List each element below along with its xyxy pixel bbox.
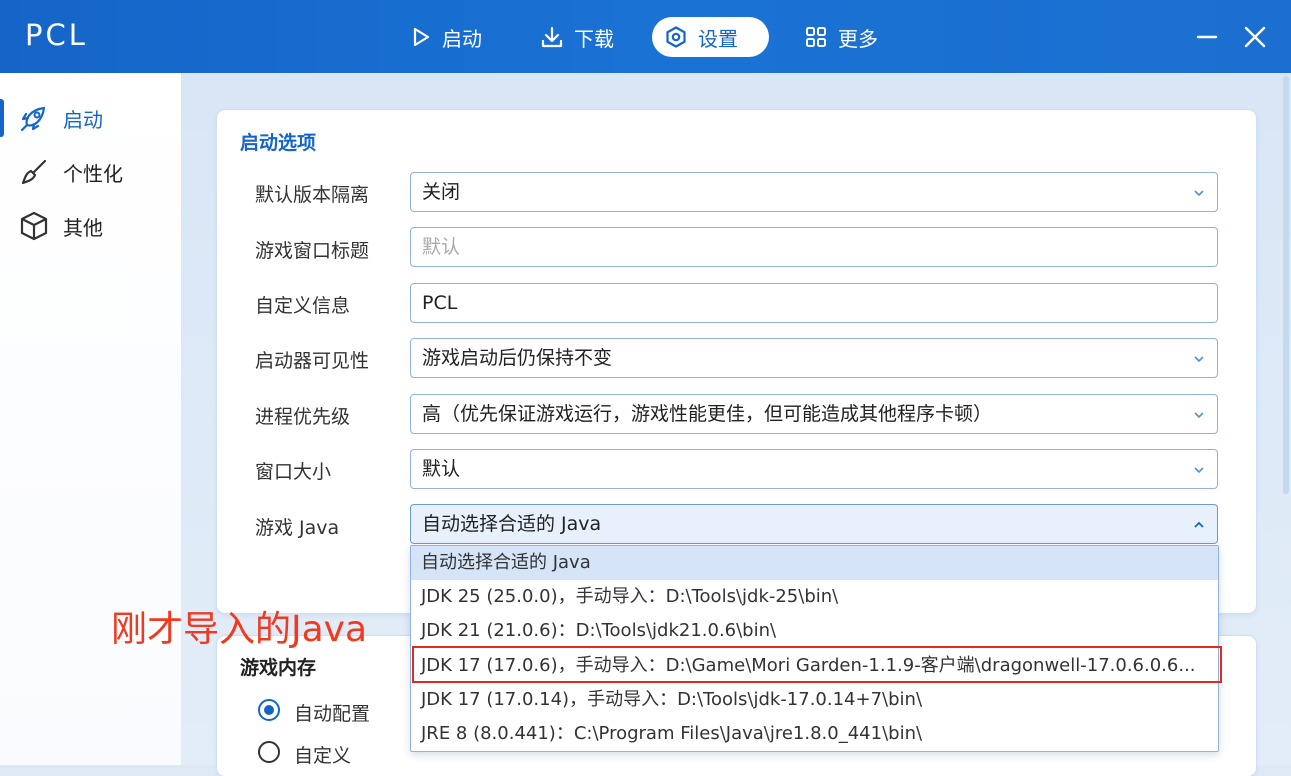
radio-auto[interactable] [258, 699, 280, 721]
radio-custom-label: 自定义 [294, 745, 352, 767]
close-icon [1244, 26, 1266, 48]
grid-icon [806, 27, 826, 47]
select-value: 关闭 [422, 181, 461, 203]
java-option[interactable]: JDK 21 (21.0.6)：D:\Tools\jdk21.0.6\bin\ [411, 614, 1218, 648]
select-value: 自动选择合适的 Java [422, 513, 602, 535]
sidebar-item-launch[interactable]: 启动 [0, 95, 181, 141]
sidebar: 启动 个性化 其他 [0, 73, 181, 765]
memory-title: 游戏内存 [240, 657, 317, 679]
window-title-input[interactable]: 默认 [410, 227, 1218, 267]
chevron-down-icon [1194, 467, 1204, 474]
box-icon [17, 209, 51, 243]
title-bar: PCL 启动 下载 设置 更多 [0, 0, 1291, 73]
sidebar-item-label: 其他 [63, 215, 103, 240]
tab-launch-label: 启动 [442, 26, 482, 51]
chevron-down-icon [1194, 412, 1204, 419]
download-icon [541, 26, 563, 48]
sidebar-item-personalize[interactable]: 个性化 [0, 149, 181, 195]
annotation-text: 刚才导入的Java [111, 609, 368, 650]
brush-icon [17, 155, 51, 189]
close-button[interactable] [1240, 22, 1270, 52]
tab-launch[interactable]: 启动 [398, 17, 496, 57]
tab-download-label: 下载 [574, 26, 614, 51]
row-label-process-priority: 进程优先级 [255, 406, 351, 428]
version-isolation-select[interactable]: 关闭 [410, 172, 1218, 212]
window-size-select[interactable]: 默认 [410, 449, 1218, 489]
launcher-visibility-select[interactable]: 游戏启动后仍保持不变 [410, 338, 1218, 378]
row-label-window-title: 游戏窗口标题 [255, 240, 370, 262]
process-priority-select[interactable]: 高（优先保证游戏运行，游戏性能更佳，但可能造成其他程序卡顿） [410, 394, 1218, 434]
chevron-down-icon [1194, 190, 1204, 197]
sidebar-item-label: 启动 [63, 107, 103, 132]
select-value: 高（优先保证游戏运行，游戏性能更佳，但可能造成其他程序卡顿） [422, 403, 993, 425]
play-icon [413, 27, 430, 47]
settings-icon [666, 26, 686, 48]
select-value: 游戏启动后仍保持不变 [422, 347, 613, 369]
minimize-button[interactable] [1192, 22, 1222, 52]
tab-more-label: 更多 [838, 26, 878, 51]
tab-settings[interactable]: 设置 [652, 17, 769, 57]
row-label-window-size: 窗口大小 [255, 461, 332, 483]
java-option[interactable]: 自动选择合适的 Java [411, 546, 1218, 580]
radio-auto-label: 自动配置 [294, 703, 371, 725]
rocket-icon [17, 101, 51, 135]
java-option[interactable]: JDK 25 (25.0.0)，手动导入：D:\Tools\jdk-25\bin… [411, 580, 1218, 614]
minimize-icon [1196, 35, 1218, 39]
tab-settings-label: 设置 [698, 26, 738, 51]
tab-more[interactable]: 更多 [792, 17, 892, 57]
highlight-box [412, 646, 1222, 683]
chevron-up-icon [1194, 521, 1204, 528]
app-title: PCL [25, 18, 88, 52]
radio-custom[interactable] [258, 741, 280, 763]
game-java-select[interactable]: 自动选择合适的 Java [410, 504, 1218, 544]
java-option[interactable]: JRE 8 (8.0.441)：C:\Program Files\Java\jr… [411, 717, 1218, 751]
input-value: PCL [422, 292, 458, 314]
select-value: 默认 [422, 458, 461, 480]
chevron-down-icon [1194, 356, 1204, 363]
sidebar-item-other[interactable]: 其他 [0, 203, 181, 249]
row-label-launcher-visibility: 启动器可见性 [255, 350, 370, 372]
input-placeholder: 默认 [422, 236, 461, 258]
scrollbar[interactable] [1283, 76, 1289, 494]
java-option[interactable]: JDK 17 (17.0.14)，手动导入：D:\Tools\jdk-17.0.… [411, 683, 1218, 717]
sidebar-item-label: 个性化 [63, 161, 123, 186]
row-label-version-isolation: 默认版本隔离 [255, 184, 370, 206]
launch-options-title: 启动选项 [240, 132, 317, 154]
row-label-game-java: 游戏 Java [255, 517, 340, 539]
tab-download[interactable]: 下载 [528, 17, 628, 57]
custom-info-input[interactable]: PCL [410, 283, 1218, 323]
row-label-custom-info: 自定义信息 [255, 295, 351, 317]
